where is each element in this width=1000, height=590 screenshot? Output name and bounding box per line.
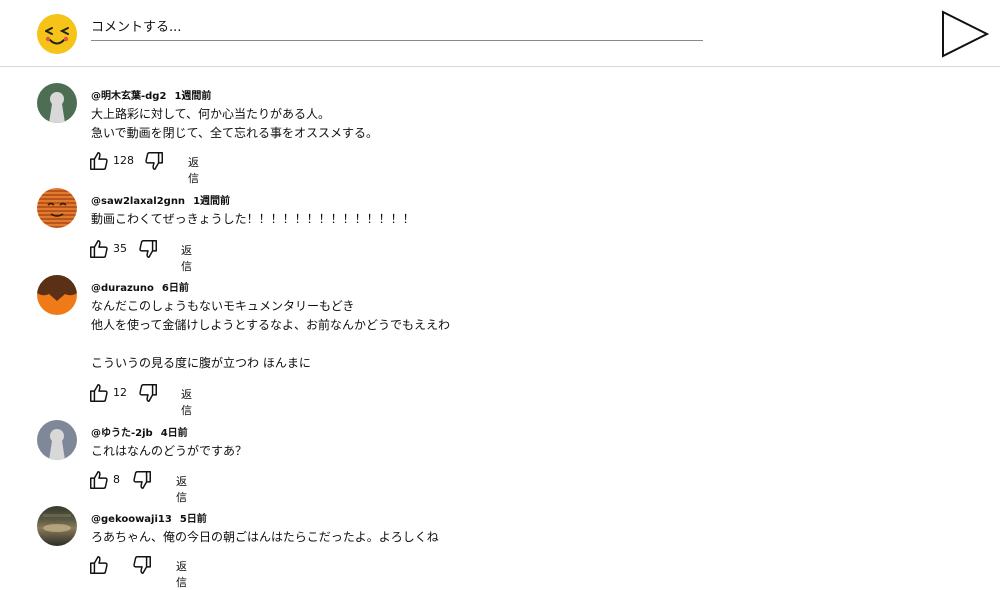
like-button[interactable] <box>88 238 110 260</box>
comment-author[interactable]: @明木玄葉-dg2 <box>91 91 166 102</box>
dislike-button[interactable] <box>137 238 159 260</box>
like-button[interactable] <box>88 150 110 172</box>
thumbs-down-icon <box>133 556 151 574</box>
comment-time[interactable]: 5日前 <box>180 514 207 525</box>
like-count: 128 <box>113 154 134 167</box>
comment-author[interactable]: @gekoowaji13 <box>91 514 172 525</box>
play-send-icon <box>942 10 990 58</box>
comment-time[interactable]: 1週間前 <box>193 196 230 207</box>
comment-author[interactable]: @durazuno <box>91 283 154 294</box>
comment-text: 大上路彩に対して、何か心当たりがある人。 急いで動画を閉じて、全て忘れる事をオス… <box>91 107 379 140</box>
dislike-button[interactable] <box>137 382 159 404</box>
reply-button[interactable]: 返信 <box>181 242 192 274</box>
comment-meta: @saw2laxal2gnn 1週間前 <box>91 192 230 207</box>
thumbs-down-icon <box>139 240 157 258</box>
dislike-button[interactable] <box>143 150 165 172</box>
face-icon <box>47 202 67 217</box>
avatar[interactable] <box>37 275 77 315</box>
comment-author[interactable]: @saw2laxal2gnn <box>91 196 185 207</box>
comment-text: ろあちゃん、俺の今日の朝ごはんはたらこだったよ。よろしくね <box>91 530 439 544</box>
comment-meta: @gekoowaji13 5日前 <box>91 510 207 525</box>
like-button[interactable] <box>88 469 110 491</box>
comment-input[interactable] <box>91 14 703 41</box>
comment-meta: @ゆうた-2jb 4日前 <box>91 424 188 439</box>
thumbs-up-icon <box>90 556 108 574</box>
reply-button[interactable]: 返信 <box>188 154 199 186</box>
reply-button[interactable]: 返信 <box>176 473 187 505</box>
like-button[interactable] <box>88 554 110 576</box>
avatar[interactable] <box>37 506 77 546</box>
comment-time[interactable]: 6日前 <box>162 283 189 294</box>
comment-author[interactable]: @ゆうた-2jb <box>91 428 153 439</box>
send-button[interactable] <box>940 10 990 58</box>
avatar[interactable] <box>37 83 77 123</box>
avatar[interactable] <box>37 188 77 228</box>
like-count: 12 <box>113 386 127 399</box>
comment-text: なんだこのしょうもないモキュメンタリーもどき 他人を使って金儲けしようとするなよ… <box>91 299 451 370</box>
comment-meta: @durazuno 6日前 <box>91 279 189 294</box>
dislike-button[interactable] <box>131 469 153 491</box>
photo-avatar-icon <box>43 514 71 532</box>
comment-text: 動画こわくてぜっきょうした！！！！！！！！！！！！！！ <box>91 212 415 226</box>
default-avatar-icon <box>49 92 65 123</box>
thumbs-down-icon <box>133 471 151 489</box>
thumbs-down-icon <box>139 384 157 402</box>
thumbs-up-icon <box>90 384 108 402</box>
dislike-button[interactable] <box>131 554 153 576</box>
like-count: 35 <box>113 242 127 255</box>
comment-time[interactable]: 4日前 <box>161 428 188 439</box>
comment-composer <box>0 0 1000 67</box>
comment-text: これはなんのどうがですあ？ <box>91 444 248 458</box>
comment-meta: @明木玄葉-dg2 1週間前 <box>91 87 211 102</box>
reply-button[interactable]: 返信 <box>181 386 192 418</box>
squinting-face-icon <box>45 27 69 45</box>
thumbs-up-icon <box>90 240 108 258</box>
default-avatar-icon <box>49 429 65 460</box>
orange-brown-avatar-icon <box>37 275 77 301</box>
thumbs-up-icon <box>90 471 108 489</box>
user-avatar <box>37 14 77 54</box>
thumbs-up-icon <box>90 152 108 170</box>
thumbs-down-icon <box>145 152 163 170</box>
like-count: 8 <box>113 473 120 486</box>
like-button[interactable] <box>88 382 110 404</box>
comment-time[interactable]: 1週間前 <box>174 91 211 102</box>
avatar[interactable] <box>37 420 77 460</box>
